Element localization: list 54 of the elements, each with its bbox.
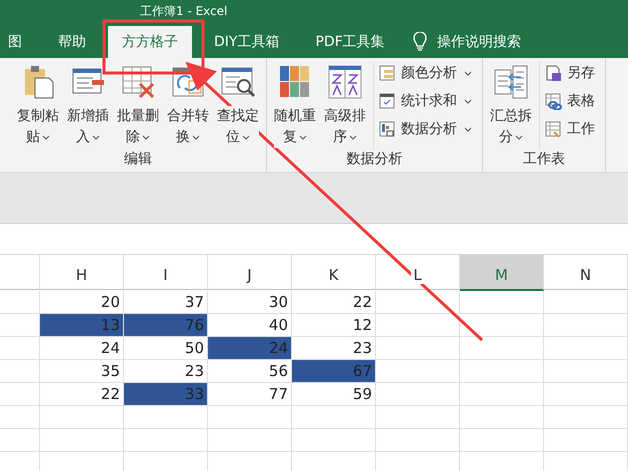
table-cell: 22 <box>292 291 376 314</box>
table-cell: 24 <box>40 337 124 360</box>
table-cell <box>0 429 40 452</box>
sort-icon <box>327 64 363 100</box>
table-cell <box>0 337 40 360</box>
ribbon-button[interactable]: 工作 <box>544 118 595 140</box>
lightbulb-icon <box>412 32 427 52</box>
table-cell <box>0 383 40 406</box>
table-cell: 35 <box>40 360 124 383</box>
table-cell <box>0 291 40 314</box>
ribbon-tab[interactable]: PDF工具集 <box>301 26 399 58</box>
search-label[interactable]: 操作说明搜索 <box>436 33 521 51</box>
ribbon-button[interactable]: 随机重复 <box>273 62 317 150</box>
ribbon-tab[interactable]: 图 <box>0 26 36 58</box>
ribbon-button[interactable]: 数据分析 <box>378 118 472 140</box>
table-cell: 67 <box>292 360 376 383</box>
group-label: 工作表 <box>523 151 565 167</box>
ribbon-button[interactable]: 复制粘贴 <box>16 62 60 150</box>
ribbon-tab[interactable]: DIY工具箱 <box>200 26 294 58</box>
column-header[interactable]: J <box>208 255 292 290</box>
sheet-icon <box>544 120 562 138</box>
table-cell: 30 <box>208 291 292 314</box>
ribbon-button[interactable]: 汇总拆分 <box>489 62 533 150</box>
table-cell: 59 <box>292 383 376 406</box>
ribbon-button[interactable]: 颜色分析 <box>378 62 472 84</box>
table-cell: 13 <box>40 314 124 337</box>
column-header[interactable]: K <box>292 255 376 290</box>
table-cell: 33 <box>124 383 208 406</box>
ribbon-button[interactable]: 批量删除 <box>116 62 160 150</box>
ribbon-button[interactable]: 另存 <box>544 62 595 84</box>
link-icon <box>544 92 562 110</box>
column-header[interactable]: M <box>460 255 544 291</box>
column-header[interactable]: L <box>376 255 460 290</box>
window-title: 工作簿1 - Excel <box>140 3 228 20</box>
ribbon-tab[interactable]: 帮助 <box>44 26 100 58</box>
table-cell: 12 <box>292 314 376 337</box>
group-label: 数据分析 <box>346 151 402 167</box>
ribbon-button[interactable]: 统计求和 <box>378 90 472 112</box>
table-cell <box>0 360 40 383</box>
ribbon-button[interactable]: 高级排序 <box>323 62 367 150</box>
table-cell <box>0 406 40 429</box>
group-label: 编辑 <box>124 151 152 167</box>
table-cell: 76 <box>124 314 208 337</box>
table-cell: 77 <box>208 383 292 406</box>
table-cell: 24 <box>208 337 292 360</box>
ribbon-button[interactable]: 表格 <box>544 90 595 112</box>
column-header[interactable]: N <box>544 255 628 290</box>
column-header[interactable]: H <box>40 255 124 290</box>
column-header[interactable] <box>0 255 40 290</box>
column-header[interactable]: I <box>124 255 208 290</box>
ribbon-button[interactable]: 新增插入 <box>66 62 110 150</box>
save-icon <box>544 64 562 82</box>
ribbon-tab[interactable]: 方方格子 <box>108 26 192 58</box>
ribbon-button[interactable]: 查找定位 <box>216 62 260 150</box>
